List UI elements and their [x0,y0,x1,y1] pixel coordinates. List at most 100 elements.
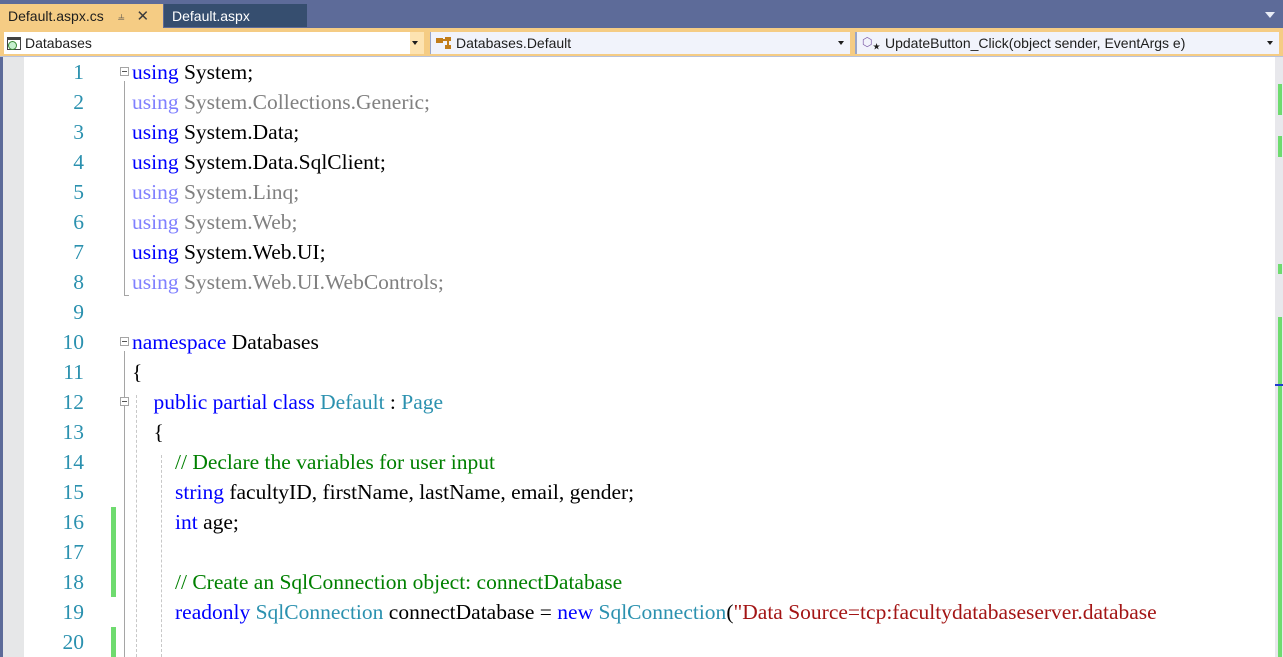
code-line[interactable]: 18 // Create an SqlConnection object: co… [24,567,1275,597]
type-dropdown-label: Databases.Default [456,35,572,51]
code-line[interactable]: 12 public partial class Default : Page [24,387,1275,417]
code-token: using [132,150,179,174]
code-line[interactable]: 11 { [24,357,1275,387]
change-tracking-marker [111,537,116,567]
line-number: 5 [73,180,84,204]
type-dropdown[interactable]: Databases.Default [430,32,850,54]
code-token: Page [401,390,444,414]
pin-icon[interactable]: ⫨ [118,9,125,24]
code-token: public partial class [132,390,315,414]
code-line[interactable]: 8 using System.Web.UI.WebControls; [24,267,1275,297]
glyph-margin [3,57,24,657]
code-token: System.Web.UI; [178,240,326,264]
project-dropdown-label: Databases [25,35,92,51]
line-number: 1 [73,60,84,84]
tab-default-aspx-cs[interactable]: Default.aspx.cs ⫨ ✕ [0,4,163,28]
code-text: using System.Data.SqlClient; [132,147,386,177]
code-line[interactable]: 17 [24,537,1275,567]
code-token: using [132,90,179,114]
code-line[interactable]: 9 [24,297,1275,327]
code-text: readonly SqlConnection connectDatabase =… [132,597,1157,627]
line-number: 18 [62,570,85,594]
close-icon[interactable]: ✕ [137,7,150,25]
code-token: Default [320,390,385,414]
code-token: "Data Source=tcp:facultydatabaseserver.d… [733,600,1157,624]
code-token: int [132,510,198,534]
tab-overflow-dropdown-icon[interactable] [1265,12,1275,18]
code-token: namespace [132,330,227,354]
code-text: namespace Databases [132,327,319,357]
code-line[interactable]: 7 using System.Web.UI; [24,237,1275,267]
code-line[interactable]: 1 using System; [24,57,1275,87]
code-line[interactable]: 2 using System.Collections.Generic; [24,87,1275,117]
method-icon: ⬡★ [862,35,881,52]
overview-scrollbar[interactable] [1275,57,1283,657]
member-dropdown-label: UpdateButton_Click(object sender, EventA… [885,35,1186,51]
project-dropdown[interactable]: Databases [4,32,424,54]
code-token: age; [197,510,239,534]
code-line[interactable]: 13 { [24,417,1275,447]
line-number: 4 [73,150,84,174]
code-line[interactable]: 6 using System.Web; [24,207,1275,237]
code-line[interactable]: 10 namespace Databases [24,327,1275,357]
code-text: string facultyID, firstName, lastName, e… [132,477,634,507]
code-token: { [132,420,164,444]
overview-change-mark [1278,84,1282,115]
code-token: string [132,480,224,504]
code-token: // Declare the variables for user input [132,450,495,474]
line-number: 9 [73,300,84,324]
line-number: 8 [73,270,84,294]
code-token: System.Linq; [178,180,300,204]
code-text: // Create an SqlConnection object: conne… [132,567,622,597]
code-line[interactable]: 5 using System.Linq; [24,177,1275,207]
line-number: 14 [62,450,85,474]
collapse-toggle-icon[interactable] [120,397,129,406]
code-text: using System.Collections.Generic; [132,87,430,117]
code-line[interactable]: 3 using System.Data; [24,117,1275,147]
code-token: using [132,60,179,84]
code-text: using System.Web; [132,207,298,237]
code-line[interactable]: 15 string facultyID, firstName, lastName… [24,477,1275,507]
code-text: using System.Web.UI.WebControls; [132,267,444,297]
overview-change-mark [1278,264,1282,274]
code-token: System.Data.SqlClient; [178,150,386,174]
change-tracking-marker [111,627,116,657]
code-token: using [132,240,179,264]
member-dropdown[interactable]: ⬡★ UpdateButton_Click(object sender, Eve… [855,32,1279,54]
code-text: using System; [132,57,253,87]
line-number: 20 [62,630,85,654]
code-token: using [132,270,179,294]
line-number: 19 [62,600,85,624]
code-line[interactable]: 19 readonly SqlConnection connectDatabas… [24,597,1275,627]
code-token: facultyID, firstName, lastName, email, g… [223,480,635,504]
line-number: 6 [73,210,84,234]
collapse-toggle-icon[interactable] [120,67,129,76]
code-text: int age; [132,507,239,537]
line-number: 16 [62,510,85,534]
chevron-down-icon [412,41,418,45]
code-text: // Declare the variables for user input [132,447,495,477]
code-token: System.Collections.Generic; [178,90,430,114]
code-text: using System.Web.UI; [132,237,326,267]
overview-change-mark [1278,317,1282,657]
overview-change-mark [1278,136,1282,157]
code-editor[interactable]: 1 using System; 2 using System.Collections.… [24,57,1275,657]
code-line[interactable]: 4 using System.Data.SqlClient; [24,147,1275,177]
chevron-down-icon [1267,41,1273,45]
tab-default-aspx[interactable]: Default.aspx [164,4,307,27]
code-token: using [132,120,179,144]
code-token: System; [178,60,254,84]
collapse-toggle-icon[interactable] [120,337,129,346]
line-number: 15 [62,480,85,504]
code-token: connectDatabase = [383,600,558,624]
code-token: SqlConnection [255,600,384,624]
code-text: using System.Data; [132,117,299,147]
code-line[interactable]: 20 [24,627,1275,657]
code-token: System.Web; [178,210,298,234]
code-line[interactable]: 16 int age; [24,507,1275,537]
code-token: SqlConnection [598,600,727,624]
line-number: 3 [73,120,84,144]
csharp-project-icon [7,36,21,50]
code-text: { [132,357,142,387]
code-line[interactable]: 14 // Declare the variables for user inp… [24,447,1275,477]
